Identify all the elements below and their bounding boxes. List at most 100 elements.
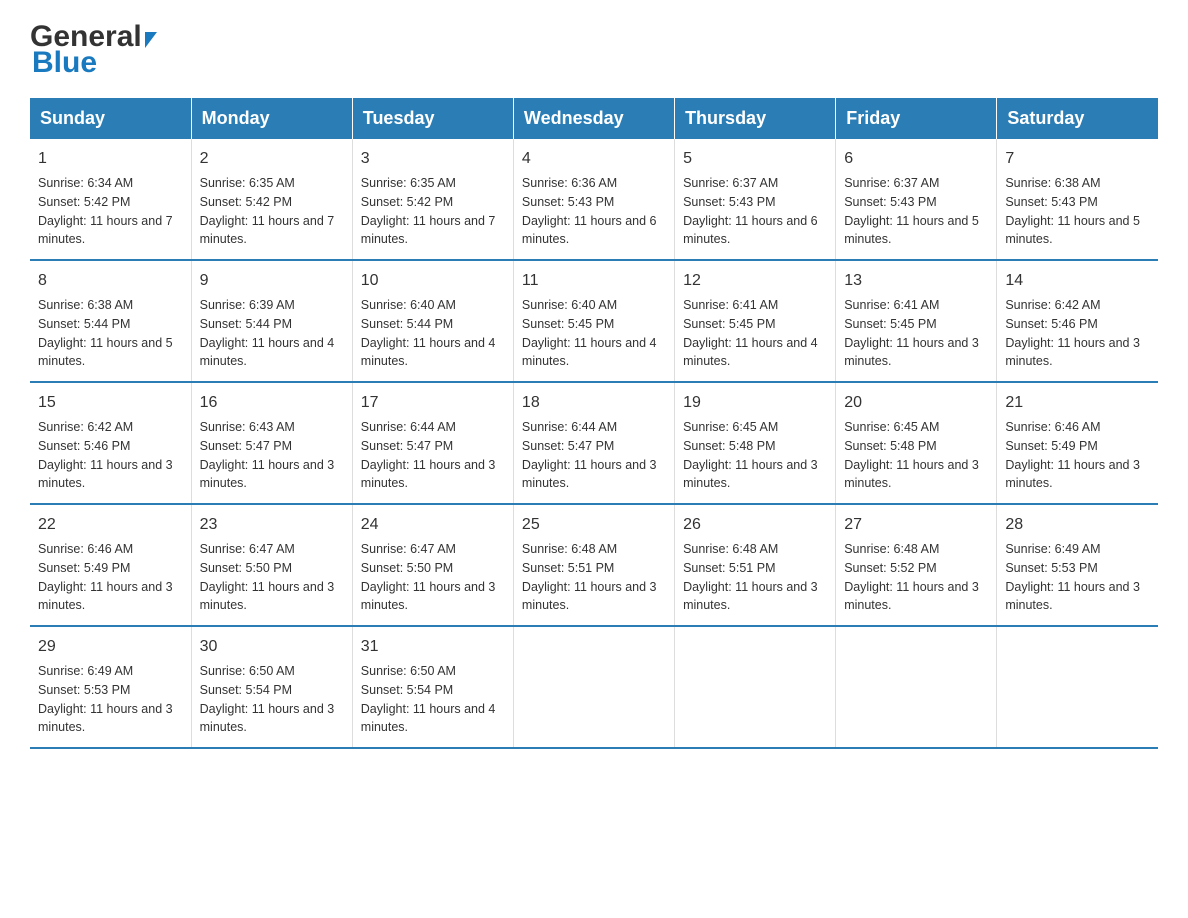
- calendar-cell-w2-d3: 10 Sunrise: 6:40 AMSunset: 5:44 PMDayligh…: [352, 260, 513, 382]
- calendar-cell-w5-d7: [997, 626, 1158, 748]
- calendar-cell-w2-d5: 12 Sunrise: 6:41 AMSunset: 5:45 PMDayligh…: [675, 260, 836, 382]
- sunrise-label: Sunrise: 6:37 AMSunset: 5:43 PMDaylight:…: [683, 176, 818, 246]
- day-number: 27: [844, 513, 988, 537]
- day-number: 6: [844, 147, 988, 171]
- calendar-cell-w2-d7: 14 Sunrise: 6:42 AMSunset: 5:46 PMDayligh…: [997, 260, 1158, 382]
- week-row-2: 8Sunrise: 6:38 AMSunset: 5:44 PMDaylight…: [30, 260, 1158, 382]
- sunrise-label: Sunrise: 6:40 AMSunset: 5:45 PMDaylight:…: [522, 298, 657, 368]
- logo-arrow-icon: [145, 32, 157, 48]
- header-monday: Monday: [191, 98, 352, 139]
- day-number: 4: [522, 147, 666, 171]
- calendar-cell-w4-d2: 23 Sunrise: 6:47 AMSunset: 5:50 PMDayligh…: [191, 504, 352, 626]
- day-number: 22: [38, 513, 183, 537]
- sunrise-label: Sunrise: 6:41 AMSunset: 5:45 PMDaylight:…: [844, 298, 979, 368]
- sunrise-label: Sunrise: 6:50 AMSunset: 5:54 PMDaylight:…: [200, 664, 335, 734]
- day-number: 9: [200, 269, 344, 293]
- page-header: General Blue: [30, 20, 1158, 80]
- day-number: 25: [522, 513, 666, 537]
- sunrise-label: Sunrise: 6:36 AMSunset: 5:43 PMDaylight:…: [522, 176, 657, 246]
- calendar-cell-w3-d1: 15 Sunrise: 6:42 AMSunset: 5:46 PMDayligh…: [30, 382, 191, 504]
- calendar-cell-w3-d3: 17 Sunrise: 6:44 AMSunset: 5:47 PMDayligh…: [352, 382, 513, 504]
- calendar-cell-w4-d5: 26 Sunrise: 6:48 AMSunset: 5:51 PMDayligh…: [675, 504, 836, 626]
- sunrise-label: Sunrise: 6:49 AMSunset: 5:53 PMDaylight:…: [1005, 542, 1140, 612]
- sunrise-label: Sunrise: 6:48 AMSunset: 5:51 PMDaylight:…: [683, 542, 818, 612]
- sunrise-label: Sunrise: 6:43 AMSunset: 5:47 PMDaylight:…: [200, 420, 335, 490]
- day-number: 21: [1005, 391, 1150, 415]
- sunrise-label: Sunrise: 6:41 AMSunset: 5:45 PMDaylight:…: [683, 298, 818, 368]
- calendar-cell-w1-d4: 4 Sunrise: 6:36 AMSunset: 5:43 PMDaylight…: [513, 139, 674, 260]
- sunrise-label: Sunrise: 6:44 AMSunset: 5:47 PMDaylight:…: [361, 420, 496, 490]
- day-number: 3: [361, 147, 505, 171]
- header-wednesday: Wednesday: [513, 98, 674, 139]
- header-sunday: Sunday: [30, 98, 191, 139]
- day-number: 17: [361, 391, 505, 415]
- week-row-1: 1 Sunrise: 6:34 AMSunset: 5:42 PMDaylight…: [30, 139, 1158, 260]
- sunrise-label: Sunrise: 6:37 AMSunset: 5:43 PMDaylight:…: [844, 176, 979, 246]
- calendar-cell-w5-d2: 30Sunrise: 6:50 AMSunset: 5:54 PMDayligh…: [191, 626, 352, 748]
- calendar-cell-w1-d2: 2Sunrise: 6:35 AMSunset: 5:42 PMDaylight…: [191, 139, 352, 260]
- sunrise-label: Sunrise: 6:35 AMSunset: 5:42 PMDaylight:…: [200, 176, 335, 246]
- day-number: 26: [683, 513, 827, 537]
- day-number: 20: [844, 391, 988, 415]
- calendar-cell-w4-d7: 28 Sunrise: 6:49 AMSunset: 5:53 PMDayligh…: [997, 504, 1158, 626]
- sunrise-label: Sunrise: 6:50 AMSunset: 5:54 PMDaylight:…: [361, 664, 496, 734]
- day-number: 15: [38, 391, 183, 415]
- sunrise-label: Sunrise: 6:42 AMSunset: 5:46 PMDaylight:…: [38, 420, 173, 490]
- sunrise-label: Sunrise: 6:48 AMSunset: 5:51 PMDaylight:…: [522, 542, 657, 612]
- calendar-cell-w4-d1: 22 Sunrise: 6:46 AMSunset: 5:49 PMDayligh…: [30, 504, 191, 626]
- calendar-cell-w3-d6: 20 Sunrise: 6:45 AMSunset: 5:48 PMDayligh…: [836, 382, 997, 504]
- day-number: 29: [38, 635, 183, 659]
- day-number: 31: [361, 635, 505, 659]
- sunrise-label: Sunrise: 6:44 AMSunset: 5:47 PMDaylight:…: [522, 420, 657, 490]
- calendar-cell-w1-d3: 3Sunrise: 6:35 AMSunset: 5:42 PMDaylight…: [352, 139, 513, 260]
- day-number: 5: [683, 147, 827, 171]
- calendar-cell-w4-d6: 27 Sunrise: 6:48 AMSunset: 5:52 PMDayligh…: [836, 504, 997, 626]
- day-number: 1: [38, 147, 183, 171]
- sunrise-label: Sunrise: 6:48 AMSunset: 5:52 PMDaylight:…: [844, 542, 979, 612]
- day-number: 10: [361, 269, 505, 293]
- day-number: 19: [683, 391, 827, 415]
- calendar-cell-w5-d6: [836, 626, 997, 748]
- calendar-cell-w5-d3: 31 Sunrise: 6:50 AMSunset: 5:54 PMDayligh…: [352, 626, 513, 748]
- sunrise-label: Sunrise: 6:47 AMSunset: 5:50 PMDaylight:…: [200, 542, 335, 612]
- day-number: 23: [200, 513, 344, 537]
- sunrise-label: Sunrise: 6:39 AMSunset: 5:44 PMDaylight:…: [200, 298, 335, 368]
- day-number: 12: [683, 269, 827, 293]
- sunrise-label: Sunrise: 6:45 AMSunset: 5:48 PMDaylight:…: [844, 420, 979, 490]
- calendar-cell-w5-d4: [513, 626, 674, 748]
- sunrise-label: Sunrise: 6:46 AMSunset: 5:49 PMDaylight:…: [38, 542, 173, 612]
- sunrise-label: Sunrise: 6:46 AMSunset: 5:49 PMDaylight:…: [1005, 420, 1140, 490]
- calendar-cell-w3-d7: 21 Sunrise: 6:46 AMSunset: 5:49 PMDayligh…: [997, 382, 1158, 504]
- sunrise-label: Sunrise: 6:49 AMSunset: 5:53 PMDaylight:…: [38, 664, 173, 734]
- week-row-4: 22 Sunrise: 6:46 AMSunset: 5:49 PMDayligh…: [30, 504, 1158, 626]
- calendar-cell-w2-d4: 11 Sunrise: 6:40 AMSunset: 5:45 PMDayligh…: [513, 260, 674, 382]
- week-row-5: 29 Sunrise: 6:49 AMSunset: 5:53 PMDayligh…: [30, 626, 1158, 748]
- sunrise-label: Sunrise: 6:45 AMSunset: 5:48 PMDaylight:…: [683, 420, 818, 490]
- day-number: 14: [1005, 269, 1150, 293]
- header-friday: Friday: [836, 98, 997, 139]
- calendar-cell-w2-d2: 9 Sunrise: 6:39 AMSunset: 5:44 PMDaylight…: [191, 260, 352, 382]
- calendar-cell-w4-d4: 25 Sunrise: 6:48 AMSunset: 5:51 PMDayligh…: [513, 504, 674, 626]
- sunrise-label: Sunrise: 6:42 AMSunset: 5:46 PMDaylight:…: [1005, 298, 1140, 368]
- calendar-cell-w3-d5: 19 Sunrise: 6:45 AMSunset: 5:48 PMDayligh…: [675, 382, 836, 504]
- calendar-cell-w5-d1: 29 Sunrise: 6:49 AMSunset: 5:53 PMDayligh…: [30, 626, 191, 748]
- sunrise-label: Sunrise: 6:34 AMSunset: 5:42 PMDaylight:…: [38, 176, 173, 246]
- calendar-cell-w1-d5: 5 Sunrise: 6:37 AMSunset: 5:43 PMDaylight…: [675, 139, 836, 260]
- sunrise-label: Sunrise: 6:38 AMSunset: 5:43 PMDaylight:…: [1005, 176, 1140, 246]
- calendar-cell-w2-d1: 8Sunrise: 6:38 AMSunset: 5:44 PMDaylight…: [30, 260, 191, 382]
- calendar-cell-w1-d7: 7 Sunrise: 6:38 AMSunset: 5:43 PMDaylight…: [997, 139, 1158, 260]
- day-number: 7: [1005, 147, 1150, 171]
- calendar-cell-w4-d3: 24 Sunrise: 6:47 AMSunset: 5:50 PMDayligh…: [352, 504, 513, 626]
- calendar-cell-w3-d2: 16 Sunrise: 6:43 AMSunset: 5:47 PMDayligh…: [191, 382, 352, 504]
- day-number: 28: [1005, 513, 1150, 537]
- calendar-table: SundayMondayTuesdayWednesdayThursdayFrid…: [30, 98, 1158, 749]
- day-number: 16: [200, 391, 344, 415]
- header-saturday: Saturday: [997, 98, 1158, 139]
- sunrise-label: Sunrise: 6:47 AMSunset: 5:50 PMDaylight:…: [361, 542, 496, 612]
- day-number: 24: [361, 513, 505, 537]
- calendar-cell-w2-d6: 13 Sunrise: 6:41 AMSunset: 5:45 PMDayligh…: [836, 260, 997, 382]
- week-row-3: 15 Sunrise: 6:42 AMSunset: 5:46 PMDayligh…: [30, 382, 1158, 504]
- sunrise-label: Sunrise: 6:40 AMSunset: 5:44 PMDaylight:…: [361, 298, 496, 368]
- day-number: 11: [522, 269, 666, 293]
- day-number: 13: [844, 269, 988, 293]
